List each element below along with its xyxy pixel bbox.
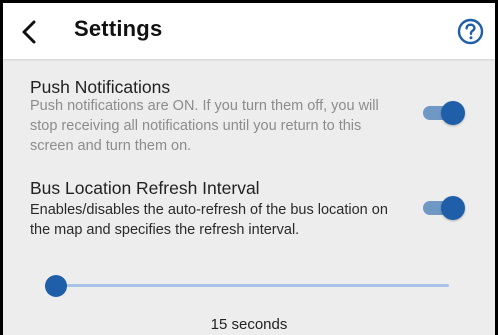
push-notifications-title: Push Notifications (30, 77, 171, 97)
back-button[interactable] (19, 19, 43, 45)
slider-rail (45, 284, 449, 287)
push-notifications-description: Push notifications are ON. If you turn t… (30, 98, 379, 154)
chevron-left-icon (22, 20, 36, 44)
bus-refresh-toggle[interactable] (423, 195, 465, 221)
push-notifications-toggle[interactable] (423, 100, 465, 126)
refresh-interval-value: 15 seconds (210, 316, 288, 333)
app-header: Settings (3, 3, 495, 59)
page-title: Settings (74, 16, 163, 41)
refresh-interval-slider[interactable] (45, 274, 449, 298)
toggle-thumb (441, 101, 465, 125)
settings-screen: Settings Push Notifications Push notific… (3, 3, 495, 335)
toggle-thumb (441, 196, 465, 220)
bus-refresh-description: Enables/disables the auto-refresh of the… (30, 202, 388, 238)
help-button[interactable] (457, 18, 484, 45)
help-circle-icon (457, 18, 484, 45)
bus-refresh-title: Bus Location Refresh Interval (30, 178, 260, 198)
slider-handle[interactable] (45, 275, 67, 297)
